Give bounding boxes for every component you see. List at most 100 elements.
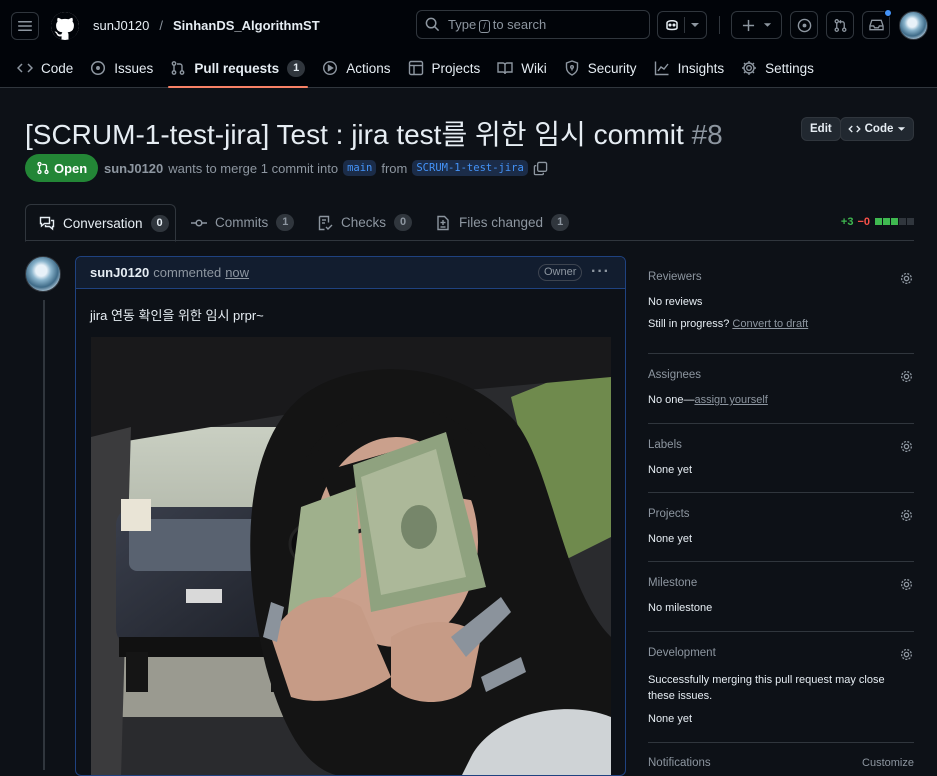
github-logo-icon[interactable]	[51, 11, 79, 40]
tab-label: Commits	[215, 215, 269, 230]
labels-section: Labels None yet	[648, 424, 914, 493]
head-branch[interactable]: SCRUM-1-test-jira	[412, 160, 528, 176]
chevron-down-icon	[690, 23, 699, 27]
comment-card: sunJ0120 commented now Owner ··· jira 연동…	[75, 256, 626, 776]
development-none: None yet	[648, 713, 693, 725]
kebab-menu-icon[interactable]: ···	[591, 263, 610, 281]
draft-hint-text: Still in progress?	[648, 318, 730, 330]
pull-requests-shortcut-button[interactable]	[826, 11, 854, 39]
base-branch[interactable]: main	[343, 160, 377, 176]
tab-label: Settings	[765, 60, 814, 76]
code-dropdown-button[interactable]: Code	[840, 117, 914, 141]
play-icon	[323, 60, 338, 76]
section-title[interactable]: Development	[648, 647, 914, 659]
comment-timestamp[interactable]: now	[225, 265, 249, 280]
gear-icon[interactable]	[899, 577, 914, 592]
pr-meta: sunJ0120 wants to merge 1 commit into ma…	[104, 160, 548, 176]
page-title: [SCRUM-1-test-jira] Test : jira test를 위한…	[25, 113, 723, 153]
search-input[interactable]: Type / to search	[416, 10, 650, 39]
git-pull-request-icon	[833, 18, 847, 32]
hamburger-icon	[18, 20, 32, 31]
copilot-icon	[666, 20, 678, 31]
status-label: Open	[54, 160, 88, 176]
milestone-value: No milestone	[648, 602, 713, 614]
inbox-button[interactable]	[862, 9, 892, 39]
count-badge: 0	[394, 214, 413, 231]
owner-link[interactable]: sunJ0120	[93, 18, 149, 33]
lines-added: +3	[840, 216, 854, 228]
tab-label: Projects	[431, 60, 481, 76]
assign-yourself-link[interactable]: assign yourself	[694, 394, 767, 406]
projects-value: None yet	[648, 533, 693, 545]
tab-actions[interactable]: Actions	[322, 51, 399, 85]
tab-insights[interactable]: Insights	[654, 51, 734, 85]
count-badge: 0	[150, 214, 169, 232]
copilot-group	[657, 11, 707, 39]
tab-code[interactable]: Code	[17, 51, 82, 85]
tab-label: Pull requests	[194, 60, 280, 76]
tab-security[interactable]: Security	[564, 51, 646, 85]
repo-link[interactable]: SinhanDS_AlgorithmST	[173, 18, 320, 33]
table-icon	[408, 60, 423, 76]
assignees-none: No one—	[648, 394, 695, 406]
author-link[interactable]: sunJ0120	[104, 161, 163, 176]
customize-link[interactable]: Customize	[862, 757, 914, 769]
section-title[interactable]: Reviewers	[648, 271, 914, 283]
tab-pull-requests[interactable]: Pull requests 1	[168, 51, 314, 88]
global-header: sunJ0120 / SinhanDS_AlgorithmST Type / to …	[0, 0, 937, 51]
meta-from: from	[381, 160, 408, 176]
tab-label: Code	[41, 60, 74, 76]
comment-author-avatar[interactable]	[25, 256, 61, 292]
comment-author[interactable]: sunJ0120	[90, 265, 149, 280]
commit-icon	[191, 218, 207, 227]
search-icon	[425, 17, 440, 32]
gear-icon[interactable]	[899, 271, 914, 286]
tab-conversation[interactable]: Conversation 0	[25, 204, 176, 242]
copilot-button[interactable]	[657, 11, 707, 39]
chevron-down-icon	[898, 127, 906, 131]
gear-icon[interactable]	[899, 439, 914, 454]
convert-to-draft-link[interactable]: Convert to draft	[732, 318, 808, 330]
tab-commits[interactable]: Commits 1	[191, 204, 295, 241]
tab-label: Security	[587, 60, 637, 76]
chevron-down-icon	[763, 23, 771, 27]
pull-requests-shortcut-group	[826, 11, 854, 39]
tab-label: Wiki	[521, 60, 547, 76]
issue-icon	[91, 60, 106, 76]
section-title[interactable]: Labels	[648, 439, 914, 451]
tab-wiki[interactable]: Wiki	[497, 51, 556, 85]
development-section: Development Successfully merging this pu…	[648, 632, 914, 743]
create-new-group	[731, 11, 782, 39]
tab-issues[interactable]: Issues	[90, 51, 162, 85]
tab-checks[interactable]: Checks 0	[317, 204, 413, 241]
plus-icon	[742, 19, 754, 31]
tab-projects[interactable]: Projects	[408, 51, 490, 85]
gear-icon[interactable]	[899, 508, 914, 523]
notification-dot	[884, 9, 892, 17]
gear-icon[interactable]	[899, 647, 914, 662]
count-badge: 1	[551, 214, 570, 231]
pr-tabs: Conversation 0 Commits 1 Checks 0 Files …	[25, 204, 914, 242]
section-title[interactable]: Milestone	[648, 577, 914, 589]
create-new-button[interactable]	[731, 11, 782, 39]
tab-label: Insights	[677, 60, 725, 76]
header-divider	[719, 16, 720, 34]
gear-icon[interactable]	[899, 369, 914, 384]
comment-image[interactable]	[91, 337, 611, 775]
menu-button[interactable]	[11, 11, 39, 40]
issues-shortcut-button[interactable]	[790, 11, 818, 39]
user-avatar[interactable]	[899, 11, 928, 40]
section-title[interactable]: Projects	[648, 508, 914, 520]
assignees-section: Assignees No one—assign yourself	[648, 354, 914, 424]
photo-illustration	[91, 337, 611, 775]
breadcrumb: sunJ0120 / SinhanDS_AlgorithmST	[93, 18, 320, 33]
tab-settings[interactable]: Settings	[741, 51, 823, 85]
copy-icon[interactable]	[533, 161, 548, 176]
tab-files-changed[interactable]: Files changed 1	[435, 204, 570, 241]
edit-button[interactable]: Edit	[801, 117, 841, 141]
comment-action: commented	[153, 265, 222, 280]
notifications-section: Notifications Customize	[648, 743, 914, 773]
owner-badge: Owner	[538, 264, 583, 281]
status-badge: Open	[25, 154, 99, 182]
section-title[interactable]: Assignees	[648, 369, 914, 381]
